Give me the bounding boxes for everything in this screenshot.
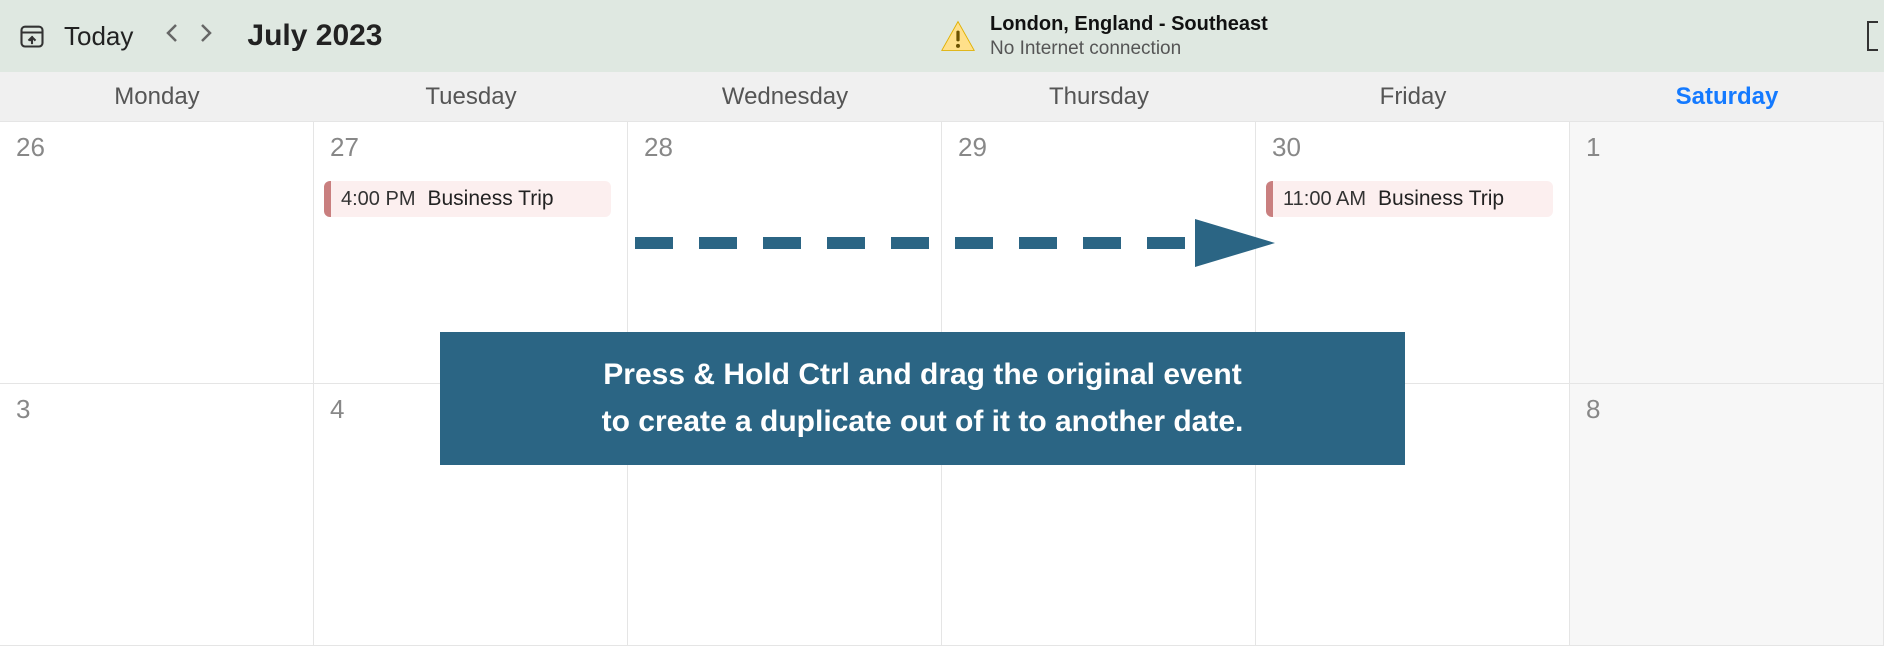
day-cell[interactable]: 8	[1570, 384, 1884, 646]
day-cell[interactable]: 1	[1570, 122, 1884, 384]
weekday-monday: Monday	[0, 72, 314, 121]
calendar-icon[interactable]	[18, 22, 46, 50]
next-month-button[interactable]	[195, 19, 217, 53]
instruction-overlay: Press & Hold Ctrl and drag the original …	[440, 332, 1405, 465]
weekday-saturday: Saturday	[1570, 72, 1884, 121]
day-number: 28	[638, 132, 931, 163]
day-number: 30	[1266, 132, 1559, 163]
day-number: 3	[10, 394, 303, 425]
weekday-wednesday: Wednesday	[628, 72, 942, 121]
day-number: 8	[1580, 394, 1873, 425]
status-location: London, England - Southeast	[990, 13, 1268, 36]
day-number: 27	[324, 132, 617, 163]
instruction-line2: to create a duplicate out of it to anoth…	[602, 405, 1244, 438]
event-title: Business Trip	[1378, 187, 1504, 211]
event-business-trip-target[interactable]: 11:00 AM Business Trip	[1266, 181, 1553, 217]
status-network: No Internet connection	[990, 38, 1268, 60]
sidebar-toggle-icon[interactable]	[1864, 20, 1880, 57]
weekday-friday: Friday	[1256, 72, 1570, 121]
status-area: London, England - Southeast No Internet …	[940, 13, 1268, 60]
prev-month-button[interactable]	[161, 19, 183, 53]
day-number: 29	[952, 132, 1245, 163]
event-time: 4:00 PM	[341, 188, 415, 211]
weekday-thursday: Thursday	[942, 72, 1256, 121]
toolbar: Today July 2023 London, England - Southe…	[0, 0, 1884, 72]
month-title: July 2023	[247, 19, 382, 53]
day-number: 26	[10, 132, 303, 163]
event-time: 11:00 AM	[1283, 188, 1366, 211]
month-nav	[161, 19, 217, 53]
weekday-tuesday: Tuesday	[314, 72, 628, 121]
warning-icon	[940, 18, 976, 54]
day-number: 1	[1580, 132, 1873, 163]
day-cell[interactable]: 3	[0, 384, 314, 646]
event-business-trip-source[interactable]: 4:00 PM Business Trip	[324, 181, 611, 217]
today-button[interactable]: Today	[64, 21, 133, 52]
day-cell[interactable]: 26	[0, 122, 314, 384]
weekday-header: Monday Tuesday Wednesday Thursday Friday…	[0, 72, 1884, 122]
event-title: Business Trip	[427, 187, 553, 211]
instruction-line1: Press & Hold Ctrl and drag the original …	[603, 358, 1241, 391]
